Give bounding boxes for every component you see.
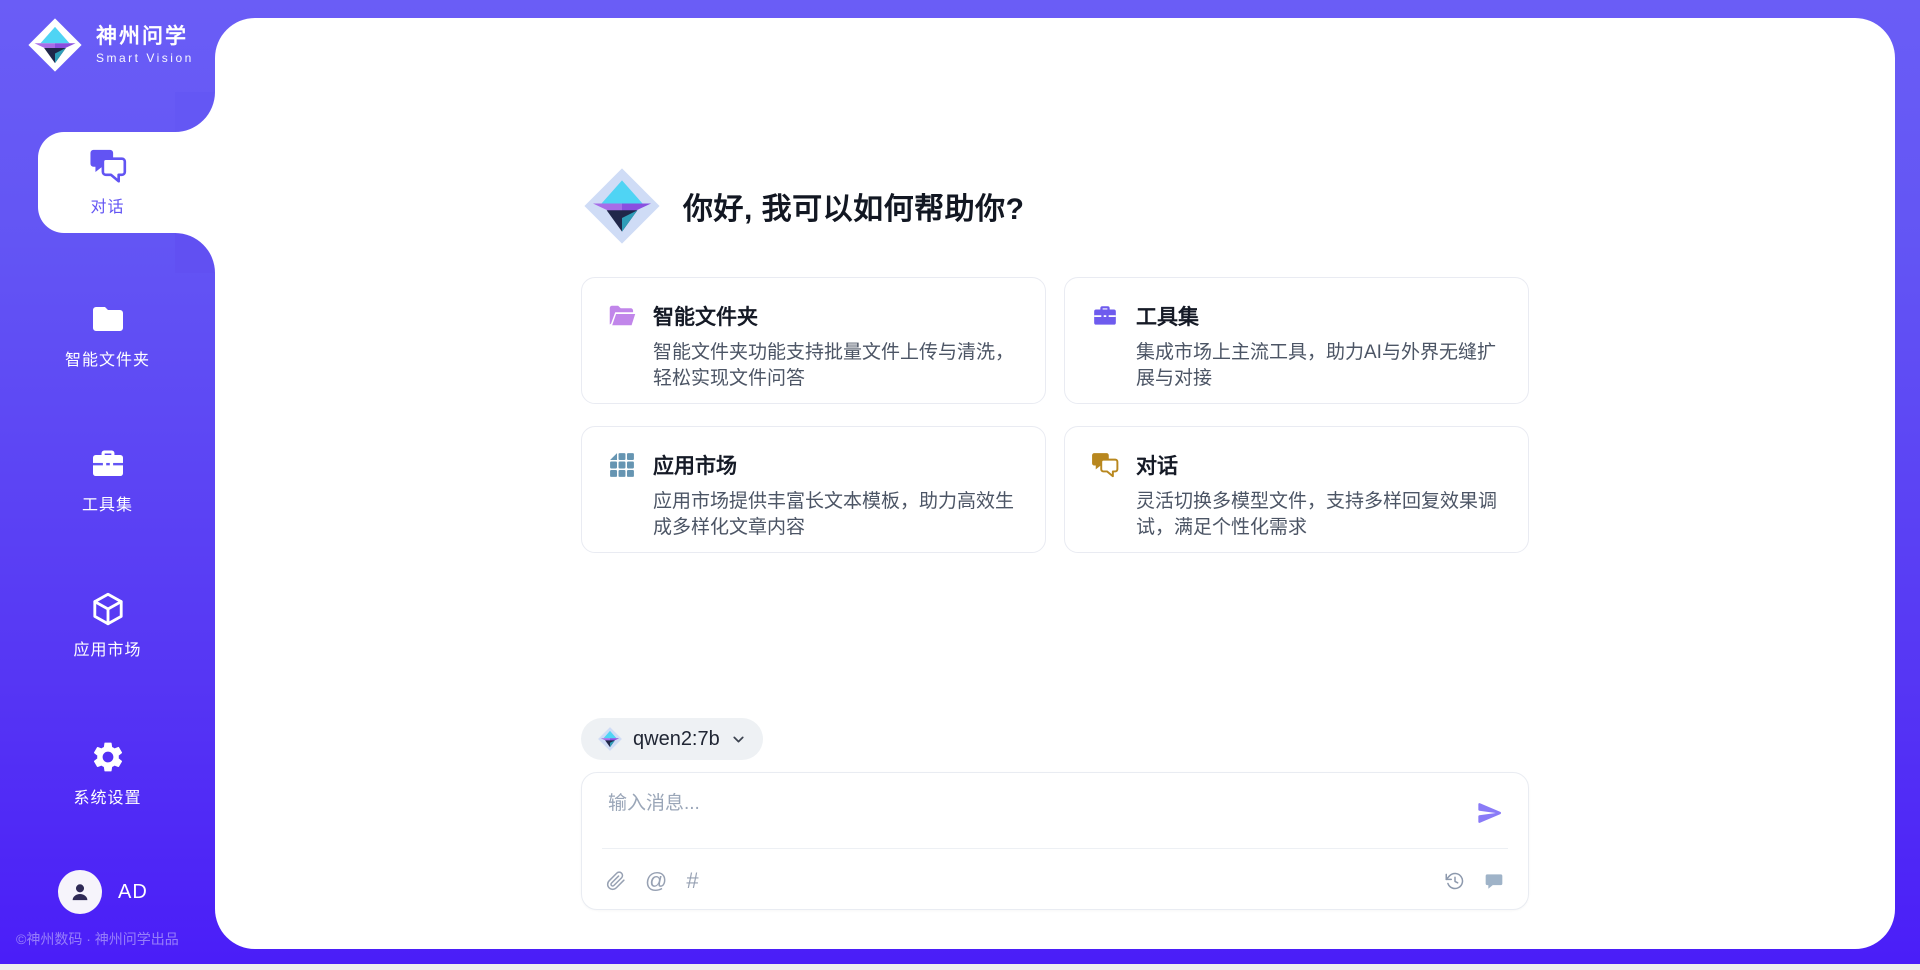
copyright-text: ©神州数码 · 神州问学出品 [16,929,216,949]
app-root: { "app": { "name": "神州问学", "subtitle": "… [0,0,1920,970]
card-body: 智能文件夹 智能文件夹功能支持批量文件上传与清洗，轻松实现文件问答 [653,301,1019,380]
tab-connector-top [175,92,215,132]
history-button[interactable] [1445,871,1465,891]
model-selector[interactable]: qwen2:7b [581,718,763,760]
card-description: 应用市场提供丰富长文本模板，助力高效生成多样化文章内容 [653,489,1019,541]
composer-left-tools: @ # [606,870,699,892]
card-title: 工具集 [1136,301,1502,331]
feedback-button[interactable] [1484,871,1504,891]
mention-button[interactable]: @ [645,870,667,892]
avatar [58,870,102,914]
cube-icon [89,591,127,627]
card-description: 智能文件夹功能支持批量文件上传与清洗，轻松实现文件问答 [653,340,1019,392]
greeting: 你好, 我可以如何帮助你? [581,165,1025,247]
tab-connector-bottom [175,233,215,273]
send-button[interactable] [1476,799,1504,827]
chevron-down-icon [730,731,747,748]
content-column: 你好, 我可以如何帮助你? 智能文件夹 智能文件夹功能支持批量文件上传与清洗，轻… [581,18,1529,949]
sidebar-item-settings[interactable]: 系统设置 [0,718,215,828]
card-body: 工具集 集成市场上主流工具，助力AI与外界无缝扩展与对接 [1136,301,1502,380]
message-input[interactable] [608,788,1438,842]
model-name: qwen2:7b [633,728,720,751]
attachment-button[interactable] [606,871,626,891]
send-icon [1476,799,1504,827]
sidebar-item-label: 智能文件夹 [65,346,150,370]
card-smart-folder[interactable]: 智能文件夹 智能文件夹功能支持批量文件上传与清洗，轻松实现文件问答 [581,277,1046,404]
gear-icon [89,739,127,775]
sidebar-item-smart-folder[interactable]: 智能文件夹 [0,280,215,390]
folder-open-icon [608,303,636,329]
briefcase-icon [1091,303,1119,329]
sidebar-item-label: 工具集 [82,491,133,515]
sidebar-item-label: 对话 [90,193,124,217]
feature-cards: 智能文件夹 智能文件夹功能支持批量文件上传与清洗，轻松实现文件问答 工具集 集成… [581,277,1529,553]
card-body: 对话 灵活切换多模型文件，支持多样回复效果调试，满足个性化需求 [1136,450,1502,529]
sidebar-item-label: 系统设置 [73,784,141,808]
horizontal-scrollbar[interactable] [0,964,1920,970]
greeting-diamond-icon [581,165,663,247]
sidebar-item-label: 应用市场 [73,636,141,660]
message-composer: @ # [581,772,1529,910]
sidebar-item-app-market[interactable]: 应用市场 [0,570,215,680]
composer-divider [602,848,1508,849]
brand-text: 神州问学 Smart Vision [96,25,194,64]
card-app-market[interactable]: 应用市场 应用市场提供丰富长文本模板，助力高效生成多样化文章内容 [581,426,1046,553]
card-description: 集成市场上主流工具，助力AI与外界无缝扩展与对接 [1136,340,1502,392]
brand-name: 神州问学 [96,25,194,48]
sidebar-item-toolset[interactable]: 工具集 [0,425,215,535]
greeting-title: 你好, 我可以如何帮助你? [683,184,1025,228]
folder-icon [89,301,127,337]
card-title: 应用市场 [653,450,1019,480]
card-description: 灵活切换多模型文件，支持多样回复效果调试，满足个性化需求 [1136,489,1502,541]
card-body: 应用市场 应用市场提供丰富长文本模板，助力高效生成多样化文章内容 [653,450,1019,529]
composer-right-tools [1445,871,1504,891]
hashtag-button[interactable]: # [686,870,698,892]
sidebar-item-chat[interactable]: 对话 [0,132,215,233]
composer-toolbar: @ # [606,863,1504,899]
briefcase-icon [89,446,127,482]
message-icon [1484,871,1504,891]
brand-diamond-icon [26,16,84,74]
sidebar: 神州问学 Smart Vision 对话 智能文件夹 工具集 [0,0,215,970]
card-chat[interactable]: 对话 灵活切换多模型文件，支持多样回复效果调试，满足个性化需求 [1064,426,1529,553]
app-logo: 神州问学 Smart Vision [26,16,194,74]
history-icon [1445,871,1465,891]
card-title: 智能文件夹 [653,301,1019,331]
grid-icon [608,452,636,478]
main-panel: 你好, 我可以如何帮助你? 智能文件夹 智能文件夹功能支持批量文件上传与清洗，轻… [215,18,1895,949]
card-title: 对话 [1136,450,1502,480]
chat-icon [89,148,127,184]
paperclip-icon [606,871,626,891]
person-icon [67,879,93,905]
user-profile[interactable]: AD [58,870,148,914]
model-diamond-icon [597,726,623,752]
chat-icon [1091,452,1119,478]
brand-subtitle: Smart Vision [96,51,194,65]
card-toolset[interactable]: 工具集 集成市场上主流工具，助力AI与外界无缝扩展与对接 [1064,277,1529,404]
user-initials: AD [118,881,148,904]
